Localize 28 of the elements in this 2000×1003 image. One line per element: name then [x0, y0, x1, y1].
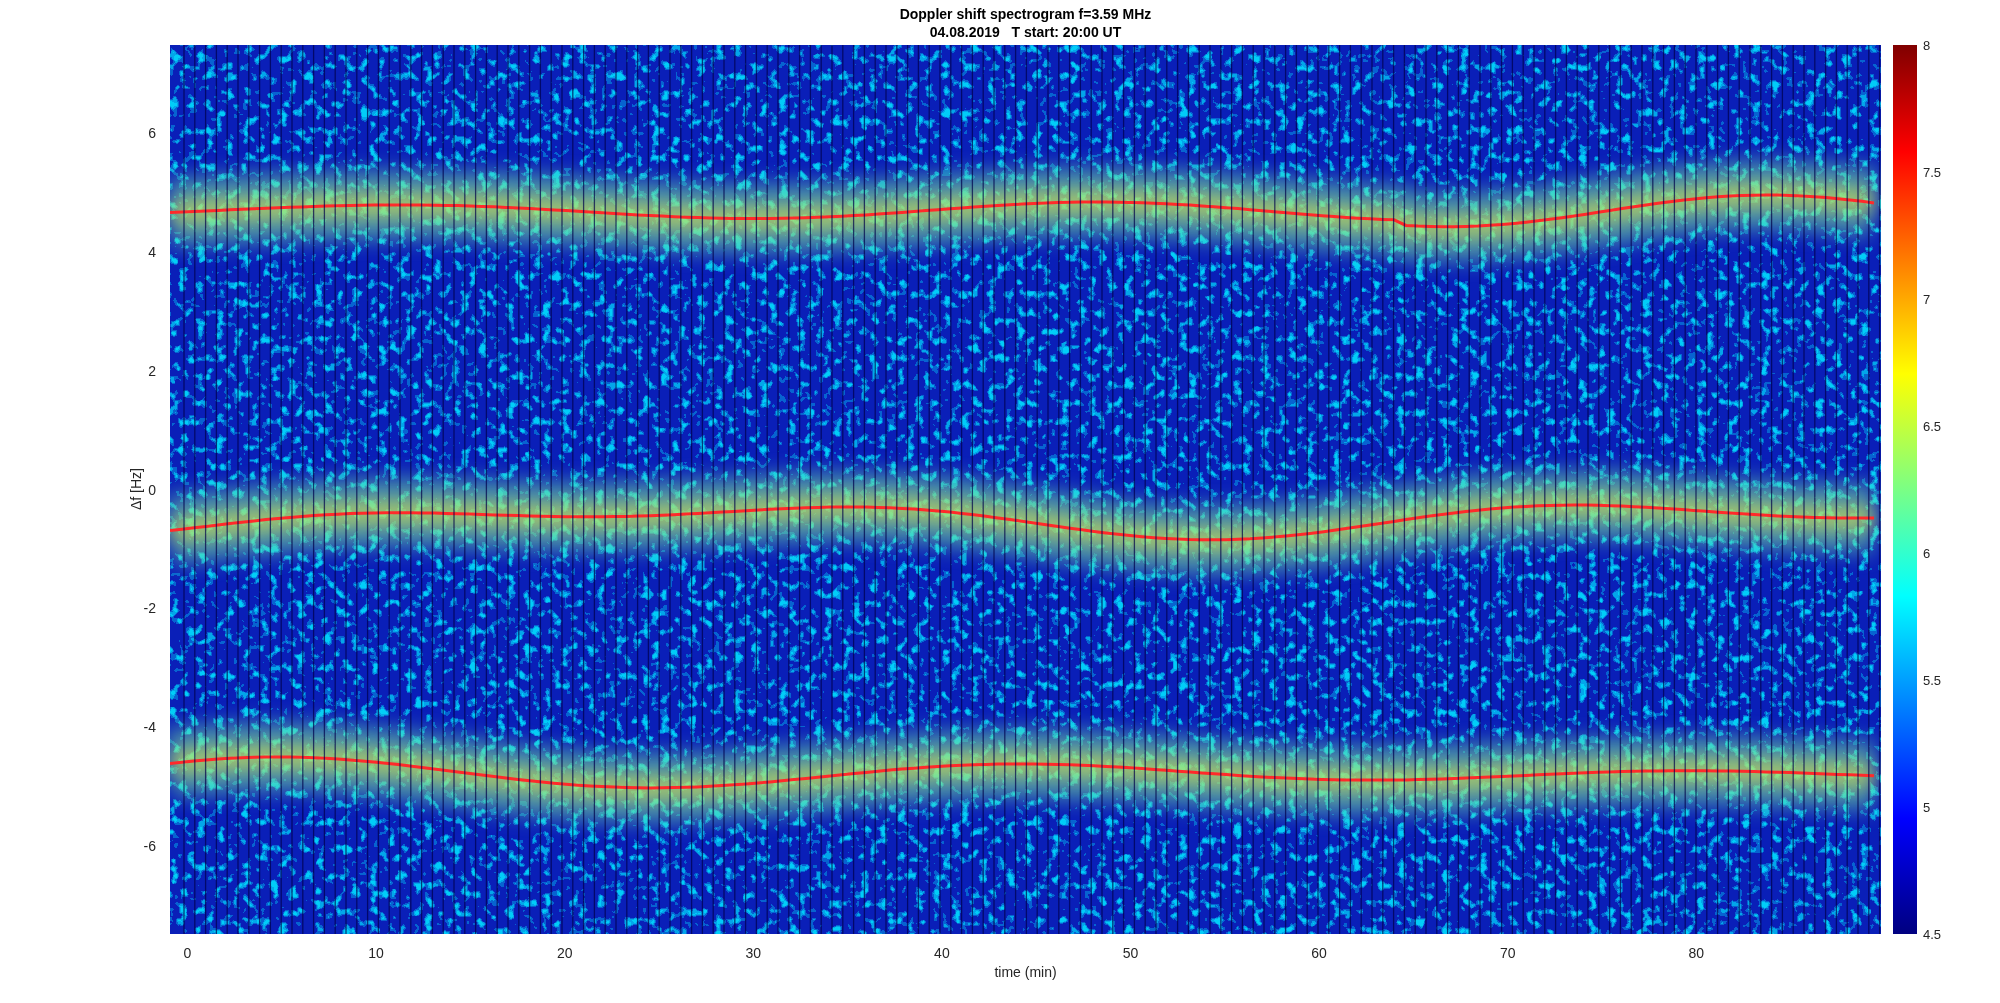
x-tick-label: 60: [1311, 945, 1327, 961]
x-tick-label: 30: [745, 945, 762, 961]
y-tick-label: 0: [148, 481, 156, 498]
colorbar-tick-label: 7.5: [1923, 164, 1942, 180]
y-tick-label: -2: [143, 600, 156, 617]
chart-title: Doppler shift spectrogram f=3.59 MHz: [899, 4, 1152, 23]
x-tick-label: 40: [934, 945, 950, 961]
x-tick-label: 50: [1122, 945, 1139, 961]
x-tick-label: 10: [368, 945, 384, 961]
colorbar-tick-label: 7: [1923, 291, 1931, 307]
x-tick-label: 80: [1688, 945, 1705, 961]
colorbar-tick-label: 4.5: [1923, 926, 1942, 942]
x-tick-label: 0: [183, 945, 192, 961]
colorbar-tick-label: 8: [1923, 37, 1931, 53]
colorbar-tick-label: 6: [1923, 545, 1931, 561]
y-tick-label: 2: [148, 362, 156, 379]
y-tick-label: -6: [143, 838, 156, 855]
colorbar-tick-label: 5.5: [1923, 672, 1942, 688]
chart-title: 04.08.2019 T start: 20:00 UT: [929, 22, 1122, 41]
x-tick-label: 70: [1499, 945, 1516, 961]
y-tick-label: -4: [143, 719, 156, 736]
y-tick-label: 6: [148, 124, 156, 141]
colorbar-tick-label: 6.5: [1923, 418, 1942, 434]
y-axis-label: Δf [Hz]: [128, 468, 144, 510]
y-tick-label: 4: [148, 243, 156, 260]
colorbar-tick-label: 5: [1923, 799, 1931, 815]
x-tick-label: 20: [556, 945, 573, 961]
x-axis-label: time (min): [993, 964, 1058, 980]
